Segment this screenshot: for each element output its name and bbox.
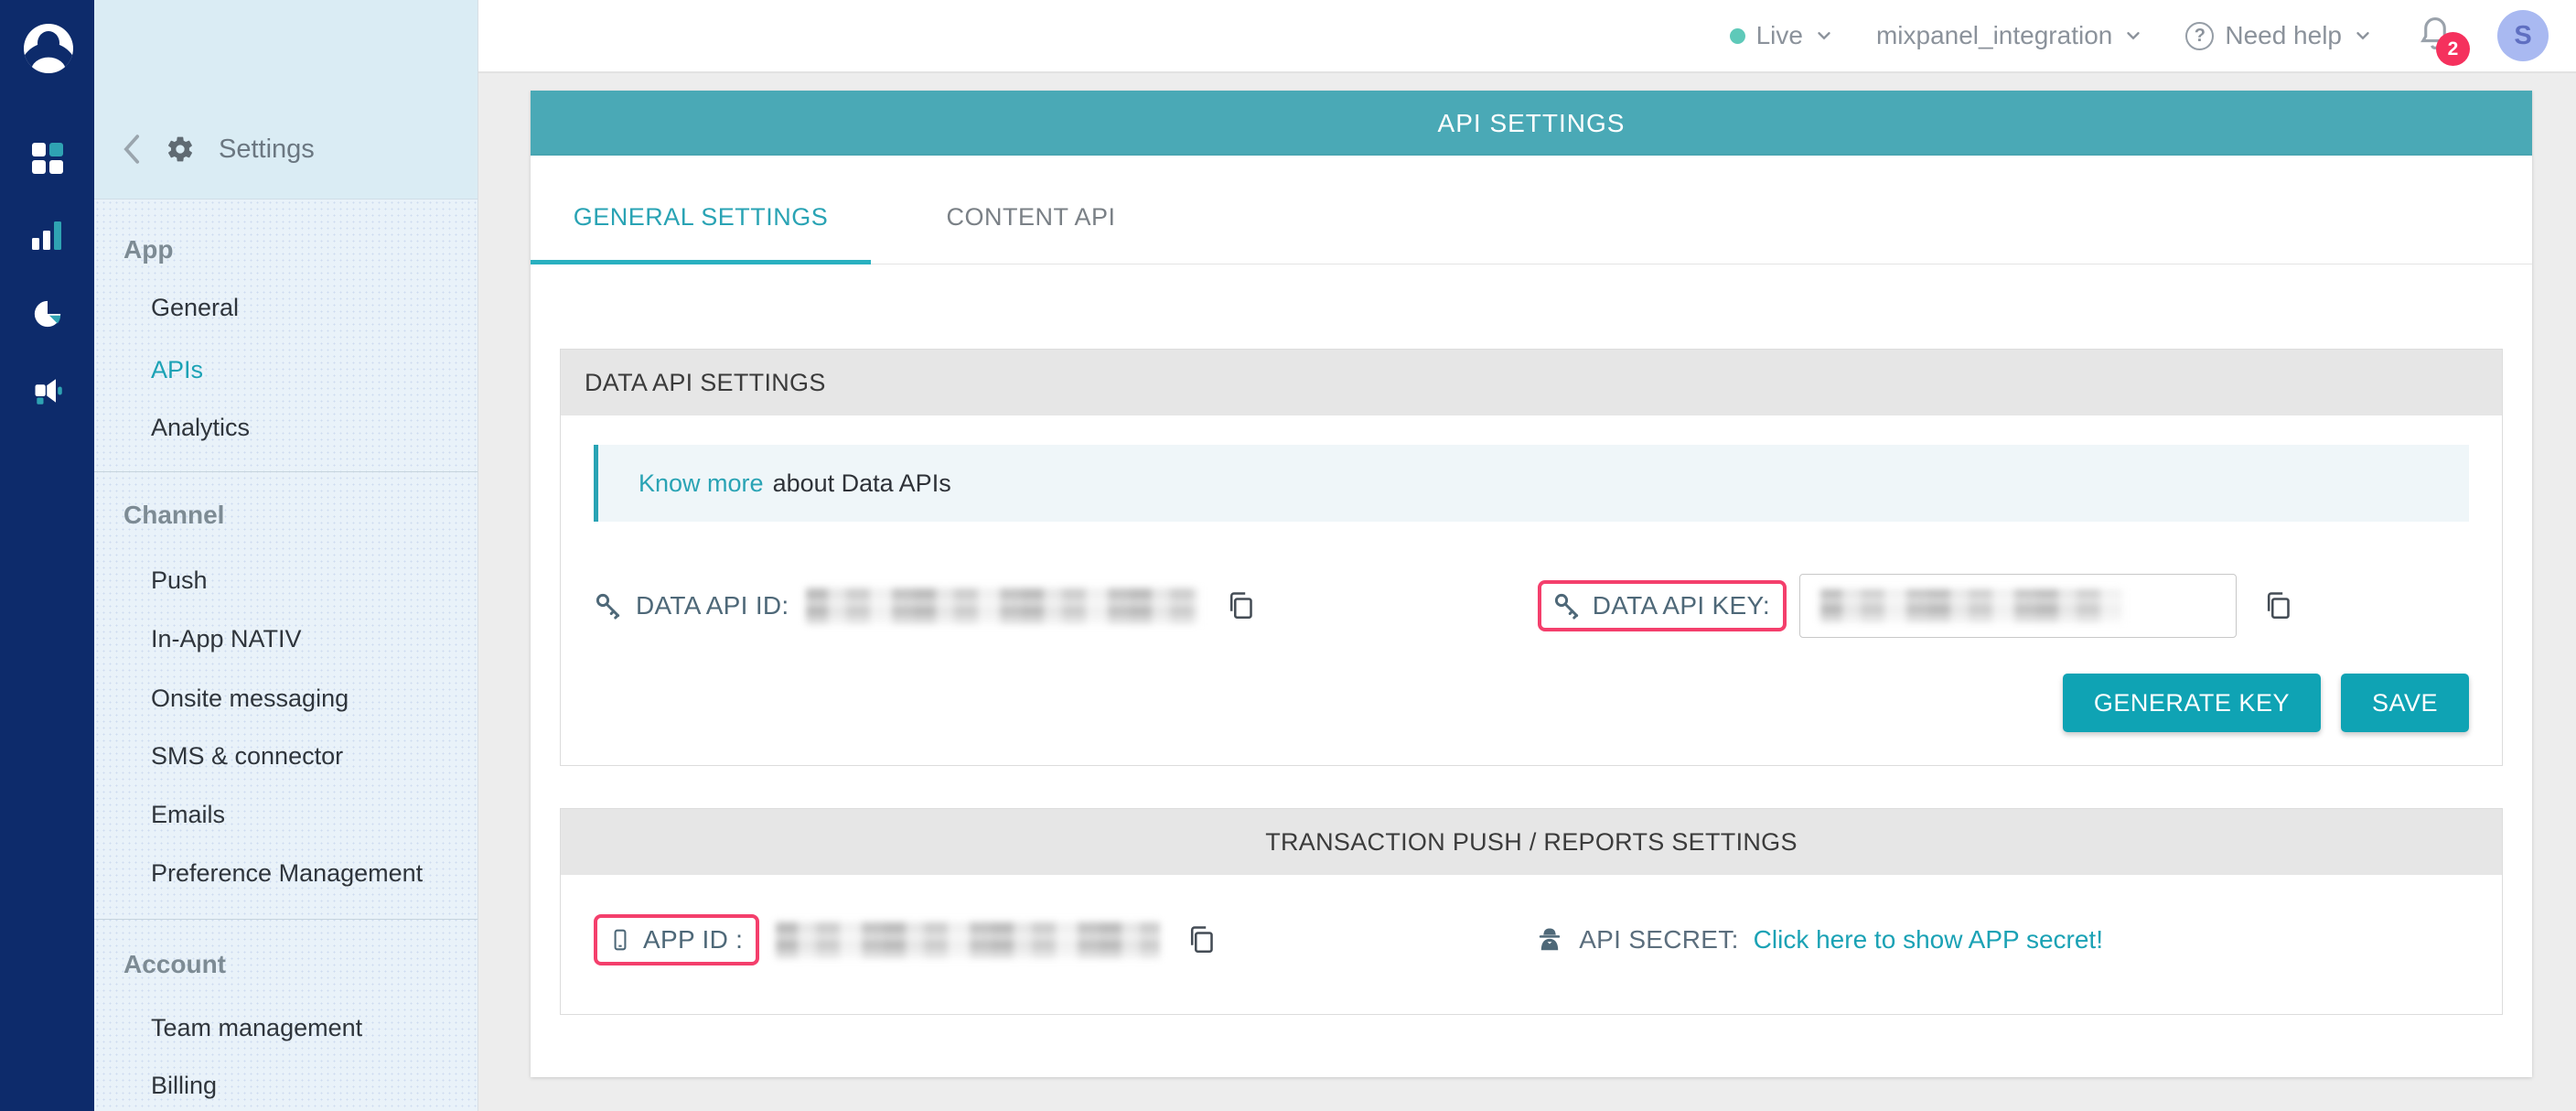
api-secret-label: API SECRET: xyxy=(1579,925,1738,955)
settings-sidebar: Settings App General APIs Analytics Chan… xyxy=(94,0,478,1111)
sidebar-item-billing[interactable]: Billing xyxy=(94,1065,478,1106)
dashboard-grid-icon[interactable] xyxy=(32,143,63,174)
tab-content-api[interactable]: CONTENT API xyxy=(871,170,1191,264)
chevron-down-icon xyxy=(2123,26,2143,46)
chevron-down-icon xyxy=(1814,26,1834,46)
data-api-key-input[interactable] xyxy=(1799,574,2237,638)
data-api-id-value-redacted xyxy=(806,588,1199,624)
app-id-label: APP ID : xyxy=(643,925,743,955)
data-api-key-label: DATA API KEY: xyxy=(1593,591,1770,620)
know-more-link[interactable]: Know more xyxy=(639,469,764,498)
project-dropdown[interactable]: mixpanel_integration xyxy=(1876,21,2143,50)
key-icon xyxy=(594,591,623,620)
tab-general-settings[interactable]: GENERAL SETTINGS xyxy=(531,170,871,264)
notifications-button[interactable]: 2 xyxy=(2415,13,2455,59)
project-name: mixpanel_integration xyxy=(1876,21,2112,50)
data-api-key-highlight: DATA API KEY: xyxy=(1538,580,1787,631)
environment-dropdown[interactable]: Live xyxy=(1730,21,1834,50)
live-status-dot xyxy=(1730,28,1745,44)
live-label: Live xyxy=(1756,21,1803,50)
show-app-secret-link[interactable]: Click here to show APP secret! xyxy=(1754,925,2103,955)
top-bar: Live mixpanel_integration ? Need help 2 … xyxy=(478,0,2576,73)
section-header-account: Account xyxy=(94,944,478,985)
copy-icon[interactable] xyxy=(1186,923,1218,956)
sidebar-item-push[interactable]: Push xyxy=(94,560,478,600)
app-rail xyxy=(0,0,94,1111)
help-circle-icon: ? xyxy=(2185,22,2214,50)
app-id-value-redacted xyxy=(776,922,1160,958)
copy-icon[interactable] xyxy=(2262,589,2295,622)
sidebar-item-general[interactable]: General xyxy=(94,287,478,328)
sidebar-divider xyxy=(94,471,478,472)
need-help-label: Need help xyxy=(2225,21,2342,50)
sidebar-menu: App General APIs Analytics Channel Push … xyxy=(94,199,478,1111)
page-title: API SETTINGS xyxy=(531,91,2532,156)
sidebar-item-sms[interactable]: SMS & connector xyxy=(94,736,478,776)
sidebar-item-emails[interactable]: Emails xyxy=(94,794,478,835)
app-id-highlight: APP ID : xyxy=(594,914,759,965)
tab-bar: GENERAL SETTINGS CONTENT API xyxy=(531,156,2532,264)
sidebar-item-team[interactable]: Team management xyxy=(94,1008,478,1048)
copy-icon[interactable] xyxy=(1225,589,1258,622)
brand-logo[interactable] xyxy=(24,24,73,73)
sidebar-item-apis[interactable]: APIs xyxy=(94,350,478,390)
user-avatar[interactable]: S xyxy=(2497,10,2549,61)
generate-key-button[interactable]: GENERATE KEY xyxy=(2063,674,2321,732)
sidebar-item-inapp[interactable]: In-App NATIV xyxy=(94,619,478,659)
need-help-menu[interactable]: ? Need help xyxy=(2185,21,2373,50)
pie-chart-icon[interactable] xyxy=(32,298,63,334)
data-api-key-value-redacted xyxy=(1820,589,2122,622)
data-api-key-field: DATA API KEY: xyxy=(1538,574,2295,638)
data-api-id-label: DATA API ID: xyxy=(636,591,789,620)
data-api-settings-card: DATA API SETTINGS Know more about Data A… xyxy=(560,349,2503,766)
sidebar-item-analytics[interactable]: Analytics xyxy=(94,407,478,448)
save-button[interactable]: SAVE xyxy=(2341,674,2469,732)
know-more-text: about Data APIs xyxy=(773,469,951,498)
data-api-settings-header: DATA API SETTINGS xyxy=(561,350,2502,415)
section-header-app: App xyxy=(94,230,478,270)
sidebar-divider xyxy=(94,919,478,920)
sidebar-header: Settings xyxy=(94,0,478,199)
transaction-settings-header: TRANSACTION PUSH / REPORTS SETTINGS xyxy=(561,809,2502,875)
back-chevron-icon[interactable] xyxy=(122,134,142,165)
sidebar-item-preference[interactable]: Preference Management xyxy=(94,853,478,893)
section-header-channel: Channel xyxy=(94,495,478,535)
app-id-field: APP ID : xyxy=(594,914,1218,965)
chevron-down-icon xyxy=(2353,26,2373,46)
api-settings-panel: API SETTINGS GENERAL SETTINGS CONTENT AP… xyxy=(531,91,2532,1077)
analytics-bars-icon[interactable] xyxy=(32,221,63,250)
gear-icon xyxy=(166,135,195,164)
megaphone-icon[interactable] xyxy=(31,373,64,413)
transaction-settings-card: TRANSACTION PUSH / REPORTS SETTINGS xyxy=(560,808,2503,1015)
know-more-callout: Know more about Data APIs xyxy=(594,445,2469,522)
key-icon xyxy=(1552,591,1582,620)
notification-badge: 2 xyxy=(2436,32,2470,66)
data-api-id-field: DATA API ID: xyxy=(594,588,1258,624)
sidebar-title: Settings xyxy=(219,135,315,165)
api-secret-field: API SECRET: Click here to show APP secre… xyxy=(1535,925,2103,955)
phone-icon xyxy=(608,926,632,954)
secret-agent-icon xyxy=(1535,925,1564,955)
sidebar-item-onsite[interactable]: Onsite messaging xyxy=(94,678,478,718)
